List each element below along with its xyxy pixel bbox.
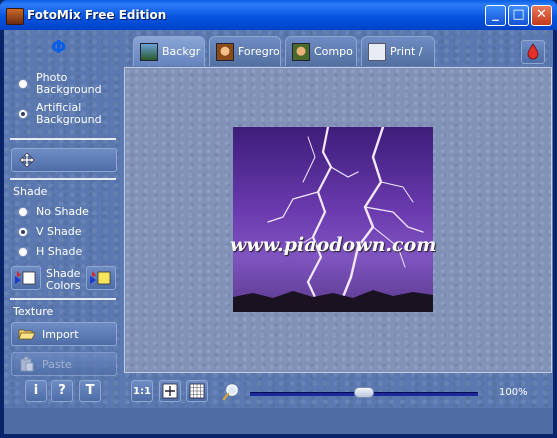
tab-foreground[interactable]: Foregro — [209, 36, 281, 66]
tab-label: Backgr — [162, 45, 201, 58]
lightning-photo — [233, 127, 433, 312]
radio-circle[interactable] — [18, 207, 28, 217]
move-icon — [18, 152, 36, 168]
paste-button[interactable]: Paste — [11, 352, 117, 376]
tab-label: Foregro — [238, 45, 280, 58]
actual-size-button[interactable]: 1:1 — [131, 380, 153, 402]
divider — [10, 298, 116, 300]
radio-circle-selected[interactable] — [18, 227, 28, 237]
radio-label: Artificial Background — [36, 101, 102, 126]
shade-section-label: Shade — [13, 185, 48, 198]
tab-label: Print / — [390, 45, 423, 58]
tab-label: Compo — [314, 45, 353, 58]
shade-colors-label: Shade Colors — [46, 267, 81, 292]
app-icon — [6, 8, 24, 25]
watermark-text: www.piaodown.com — [230, 234, 437, 256]
maximize-button[interactable]: □ — [508, 5, 529, 26]
grid-icon — [189, 383, 205, 399]
compose-icon — [292, 42, 310, 61]
window-title: FotoMix Free Edition — [27, 8, 167, 22]
tab-print[interactable]: Print / — [361, 36, 435, 66]
printer-icon — [368, 42, 386, 61]
radio-label: H Shade — [36, 245, 83, 258]
radio-artificial-background[interactable]: Artificial Background — [18, 102, 102, 126]
landscape-icon — [140, 42, 158, 61]
app-window: FotoMix Free Edition _ □ ✕ Φ Photo Backgr… — [0, 0, 557, 438]
portrait-icon — [216, 42, 234, 61]
radio-circle[interactable] — [18, 79, 28, 89]
fit-to-window-button[interactable] — [159, 380, 181, 402]
import-button[interactable]: Import — [11, 322, 117, 346]
grid-button[interactable] — [186, 380, 208, 402]
text-button[interactable]: T — [79, 380, 101, 402]
zoom-magnifier-icon — [221, 382, 241, 402]
status-bar — [4, 408, 553, 434]
radio-no-shade[interactable]: No Shade — [18, 206, 89, 218]
move-button[interactable] — [11, 148, 117, 172]
radio-photo-background[interactable]: Photo Background — [18, 72, 102, 96]
zoom-percent: 100% — [499, 387, 528, 398]
help-button[interactable]: ? — [51, 380, 73, 402]
close-button[interactable]: ✕ — [531, 5, 552, 26]
tab-compose[interactable]: Compo — [285, 36, 357, 66]
fotomix-logo-icon: Φ — [51, 37, 67, 58]
radio-label: V Shade — [36, 225, 82, 238]
fit-icon — [162, 383, 178, 399]
color-picker-button[interactable] — [521, 40, 545, 64]
tab-background[interactable]: Backgr — [133, 36, 205, 66]
import-label: Import — [42, 327, 79, 341]
shade-color-1-button[interactable] — [11, 266, 41, 290]
shade-color-2-button[interactable] — [86, 266, 116, 290]
radio-circle-selected[interactable] — [18, 109, 28, 119]
minimize-button[interactable]: _ — [485, 5, 506, 26]
folder-open-icon — [18, 326, 36, 342]
drop-icon — [527, 43, 539, 60]
radio-label: No Shade — [36, 205, 89, 218]
divider — [10, 178, 116, 180]
radio-label: Photo Background — [36, 71, 102, 96]
paste-icon — [18, 356, 36, 372]
paste-label: Paste — [42, 357, 72, 371]
color-swatch-yellow-icon — [90, 271, 111, 285]
color-swatch-white-icon — [15, 271, 36, 285]
title-bar[interactable]: FotoMix Free Edition _ □ ✕ — [0, 0, 557, 30]
zoom-slider-thumb[interactable] — [354, 387, 374, 398]
radio-v-shade[interactable]: V Shade — [18, 226, 81, 238]
radio-circle[interactable] — [18, 247, 28, 257]
texture-section-label: Texture — [13, 305, 54, 318]
info-button[interactable]: i — [25, 380, 47, 402]
divider — [10, 138, 116, 140]
radio-h-shade[interactable]: H Shade — [18, 246, 82, 258]
